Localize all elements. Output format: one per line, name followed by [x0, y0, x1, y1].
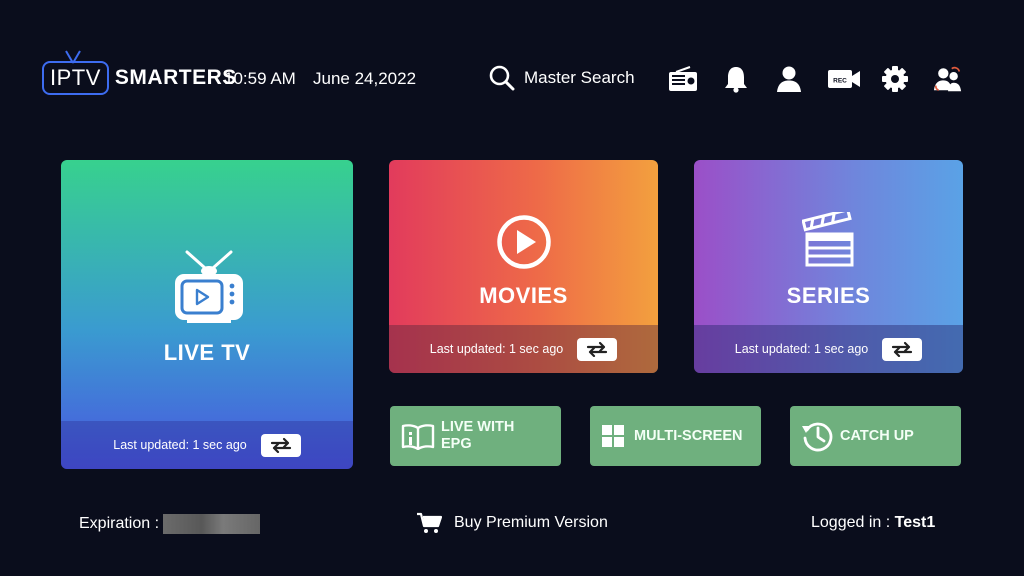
master-search-label: Master Search	[524, 68, 635, 87]
series-refresh-button[interactable]	[882, 337, 923, 361]
catch-up-label: CATCH UP	[840, 427, 914, 444]
movies-footer: Last updated: 1 sec ago	[389, 325, 658, 373]
refresh-icon	[587, 341, 608, 357]
logged-in-info: Logged in : Test1	[811, 514, 935, 532]
notifications-button[interactable]	[721, 64, 751, 94]
live-with-epg-button[interactable]: LIVE WITH EPG	[390, 406, 561, 466]
clapperboard-icon	[802, 212, 854, 267]
live-with-epg-line1: LIVE WITH	[441, 419, 515, 435]
multi-screen-button[interactable]: MULTI-SCREEN	[590, 406, 761, 466]
logo-iptv-text: IPTV	[50, 65, 101, 90]
history-icon	[802, 422, 833, 452]
refresh-icon	[892, 341, 913, 357]
play-icon	[497, 215, 551, 269]
logo-smarters-text: SMARTERS	[114, 66, 237, 89]
live-tv-footer: Last updated: 1 sec ago	[61, 421, 353, 469]
movies-updated-text: Last updated: 1 sec ago	[429, 342, 564, 356]
record-icon: REC	[828, 70, 860, 88]
movies-refresh-button[interactable]	[577, 337, 618, 361]
live-tv-refresh-button[interactable]	[260, 433, 301, 457]
search-icon	[489, 65, 515, 91]
radio-icon	[669, 66, 697, 91]
movies-tile[interactable]: MOVIES Last updated: 1 sec ago	[389, 160, 658, 373]
logo-iptv-box: IPTV	[42, 50, 109, 95]
grid-icon	[602, 425, 624, 447]
expiration-label: Expiration :	[79, 515, 160, 532]
book-icon	[401, 424, 435, 450]
series-updated-text: Last updated: 1 sec ago	[734, 342, 869, 356]
app-logo: IPTV SMARTERS	[42, 50, 237, 100]
multi-screen-label: MULTI-SCREEN	[634, 427, 743, 444]
logo-antenna-icon	[65, 50, 81, 64]
clock-date: June 24,2022	[313, 69, 417, 88]
radio-button[interactable]	[668, 64, 698, 94]
settings-button[interactable]	[880, 64, 910, 94]
switch-user-icon	[933, 66, 962, 92]
svg-text:REC: REC	[833, 78, 847, 85]
live-tv-updated-text: Last updated: 1 sec ago	[113, 438, 247, 452]
recordings-button[interactable]: REC	[827, 64, 861, 94]
logged-in-label: Logged in :	[811, 514, 891, 531]
gear-icon	[882, 66, 908, 92]
live-with-epg-line2: EPG	[441, 436, 472, 452]
series-label: SERIES	[786, 283, 871, 308]
live-with-epg-label: LIVE WITH EPG	[441, 419, 514, 453]
catch-up-button[interactable]: CATCH UP	[790, 406, 961, 466]
movies-label: MOVIES	[479, 283, 568, 308]
refresh-icon	[270, 437, 291, 453]
profile-button[interactable]	[774, 64, 804, 94]
bell-icon	[725, 67, 747, 93]
series-footer: Last updated: 1 sec ago	[694, 325, 963, 373]
series-tile[interactable]: SERIES Last updated: 1 sec ago	[694, 160, 963, 373]
buy-premium-label: Buy Premium Version	[454, 514, 608, 531]
cart-icon	[417, 512, 442, 533]
clock-time: 10:59 AM	[224, 69, 296, 88]
buy-premium-button[interactable]: Buy Premium Version	[416, 512, 608, 534]
expiration-value-redacted	[163, 514, 261, 534]
expiration-info: Expiration :	[79, 514, 261, 534]
master-search-button[interactable]: Master Search	[488, 64, 635, 92]
user-icon	[777, 66, 801, 92]
switch-user-button[interactable]	[933, 64, 963, 94]
live-tv-tile[interactable]: LIVE TV Last updated: 1 sec ago	[61, 160, 353, 469]
username: Test1	[894, 514, 936, 531]
tv-icon	[175, 250, 243, 323]
live-tv-label: LIVE TV	[163, 340, 251, 365]
